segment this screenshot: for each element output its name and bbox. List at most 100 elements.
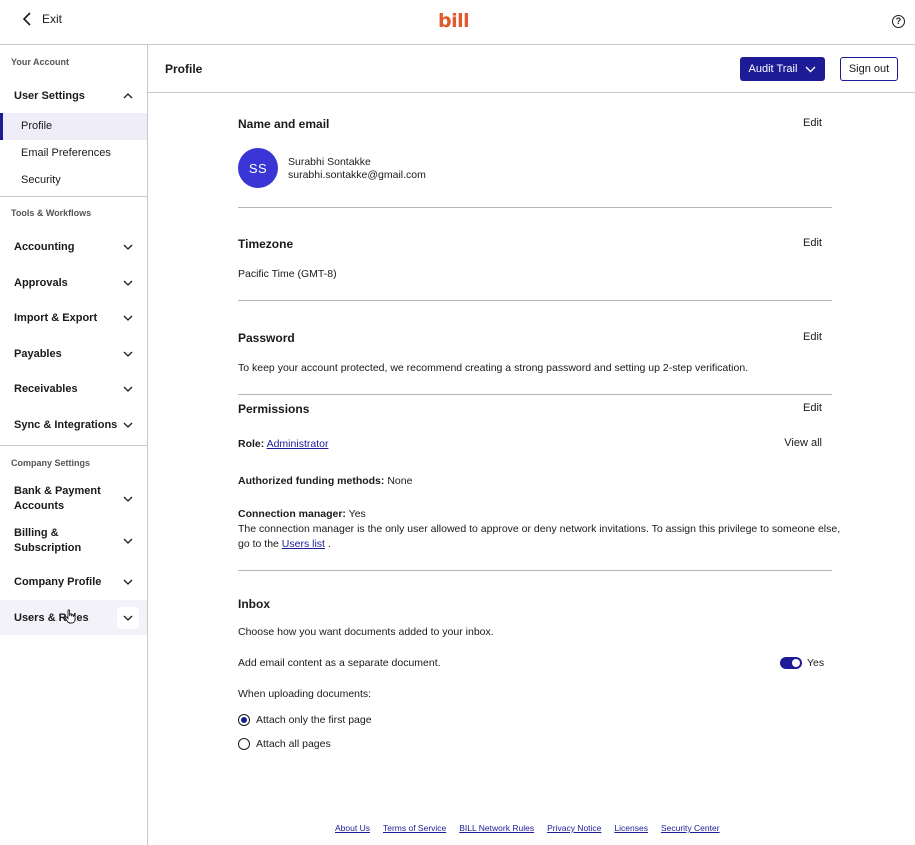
sidebar-item-label: Accounting xyxy=(14,241,75,253)
section-label-company: Company Settings xyxy=(11,458,91,468)
users-list-link[interactable]: Users list xyxy=(282,538,325,550)
sidebar-item-label: Receivables xyxy=(14,383,78,395)
page-title: Profile xyxy=(165,62,203,76)
chevron-down-icon xyxy=(123,244,133,250)
uploading-label: When uploading documents: xyxy=(238,688,372,700)
hand-cursor-icon xyxy=(64,609,76,624)
sidebar-item-sync-integrations[interactable]: Sync & Integrations xyxy=(0,407,147,442)
inbox-title: Inbox xyxy=(238,597,270,611)
funding-row: Authorized funding methods: None xyxy=(238,474,412,489)
footer-link-licenses[interactable]: Licenses xyxy=(614,823,648,833)
password-title: Password xyxy=(238,331,295,345)
sidebar-item-billing-subscription[interactable]: Billing & Subscription xyxy=(0,518,147,564)
connection-manager-value: Yes xyxy=(348,508,366,520)
footer-link-network-rules[interactable]: BILL Network Rules xyxy=(459,823,534,833)
funding-label: Authorized funding methods: xyxy=(238,475,385,487)
funding-value: None xyxy=(387,475,413,487)
role-link[interactable]: Administrator xyxy=(267,438,329,450)
toggle-value: Yes xyxy=(807,657,825,669)
connection-manager-note-line2: go to the Users list . xyxy=(238,537,331,552)
timezone-value: Pacific Time (GMT-8) xyxy=(238,268,337,280)
chevron-down-icon xyxy=(805,66,816,72)
chevron-down-icon xyxy=(123,315,133,321)
chevron-up-icon xyxy=(123,93,133,99)
password-note: To keep your account protected, we recom… xyxy=(238,362,749,374)
section-divider xyxy=(238,207,832,208)
email-content-label: Add email content as a separate document… xyxy=(238,657,441,669)
section-label-account: Your Account xyxy=(11,57,69,67)
sidebar-item-payables[interactable]: Payables xyxy=(0,336,147,371)
sidebar-item-import-export[interactable]: Import & Export xyxy=(0,300,147,336)
sidebar-item-bank-payment-accounts[interactable]: Bank & Payment Accounts xyxy=(0,480,147,518)
chevron-down-icon xyxy=(123,496,133,502)
section-divider xyxy=(238,300,832,301)
sign-out-button[interactable]: Sign out xyxy=(840,57,898,81)
sidebar-item-label: Approvals xyxy=(14,276,68,289)
footer-link-security-center[interactable]: Security Center xyxy=(661,823,720,833)
chevron-down-icon xyxy=(123,422,133,428)
avatar: SS xyxy=(238,148,278,188)
sidebar-item-user-settings[interactable]: User Settings xyxy=(0,79,147,113)
sidebar-item-label: Billing & Subscription xyxy=(14,527,82,554)
radio-first-page-label[interactable]: Attach only the first page xyxy=(256,713,372,728)
chevron-left-icon xyxy=(22,12,31,26)
chevron-down-icon xyxy=(123,579,133,585)
audit-trail-button[interactable]: Audit Trail xyxy=(740,57,825,81)
timezone-title: Timezone xyxy=(238,237,294,251)
inbox-subtitle: Choose how you want documents added to y… xyxy=(238,626,494,638)
radio-all-pages-label[interactable]: Attach all pages xyxy=(256,737,331,752)
chevron-down-icon xyxy=(123,538,133,544)
edit-name-email-button[interactable]: Edit xyxy=(803,117,822,129)
connection-manager-row: Connection manager: Yes xyxy=(238,507,366,522)
connection-manager-label: Connection manager: xyxy=(238,508,346,520)
role-row: Role: Administrator xyxy=(238,437,328,452)
section-label-tools: Tools & Workflows xyxy=(11,208,92,218)
chevron-down-icon xyxy=(123,280,133,286)
edit-password-button[interactable]: Edit xyxy=(803,331,822,343)
sidebar-item-email-preferences[interactable]: Email Preferences xyxy=(0,140,147,167)
sidebar: Your Account User Settings Profile Email… xyxy=(0,45,148,845)
user-email: surabhi.sontakke@gmail.com xyxy=(288,169,426,181)
section-divider xyxy=(238,394,832,395)
chevron-down-icon xyxy=(123,351,133,357)
sidebar-item-accounting[interactable]: Accounting xyxy=(0,229,147,265)
sidebar-item-company-profile[interactable]: Company Profile xyxy=(0,564,147,600)
note-prefix: go to the xyxy=(238,538,279,550)
edit-permissions-button[interactable]: Edit xyxy=(803,402,822,414)
chevron-down-icon xyxy=(123,386,133,392)
sidebar-item-label: Import & Export xyxy=(14,312,98,324)
page-header: Profile Audit Trail Sign out xyxy=(148,45,915,93)
connection-manager-note: The connection manager is the only user … xyxy=(238,523,841,535)
radio-all-pages[interactable] xyxy=(238,738,250,750)
top-bar: Exit bill ? xyxy=(0,0,915,45)
email-content-toggle[interactable] xyxy=(780,657,802,669)
name-email-title: Name and email xyxy=(238,117,330,131)
footer-link-terms[interactable]: Terms of Service xyxy=(383,823,446,833)
sidebar-item-label: Sync & Integrations xyxy=(14,418,118,431)
bill-logo: bill xyxy=(438,10,470,32)
sidebar-item-label: Users & Roles xyxy=(14,611,89,624)
radio-first-page[interactable] xyxy=(238,714,250,726)
exit-button[interactable]: Exit xyxy=(22,12,62,26)
sidebar-item-receivables[interactable]: Receivables xyxy=(0,371,147,407)
chevron-down-icon xyxy=(123,615,133,621)
footer-links: About Us Terms of Service BILL Network R… xyxy=(335,823,720,833)
help-icon[interactable]: ? xyxy=(892,15,905,28)
expand-button[interactable] xyxy=(117,606,139,629)
sidebar-item-label: User Settings xyxy=(14,90,85,102)
footer-link-privacy[interactable]: Privacy Notice xyxy=(547,823,601,833)
view-all-link[interactable]: View all xyxy=(784,437,822,449)
audit-trail-label: Audit Trail xyxy=(748,63,798,75)
footer-link-about[interactable]: About Us xyxy=(335,823,370,833)
note-suffix: . xyxy=(327,538,331,550)
role-label: Role: xyxy=(238,438,265,450)
edit-timezone-button[interactable]: Edit xyxy=(803,237,822,249)
sidebar-item-label: Company Profile xyxy=(14,576,102,588)
sidebar-item-label: Payables xyxy=(14,347,62,360)
section-divider xyxy=(238,570,832,571)
exit-label: Exit xyxy=(42,12,63,26)
sidebar-item-label: Bank & Payment Accounts xyxy=(14,485,101,512)
sidebar-item-approvals[interactable]: Approvals xyxy=(0,265,147,300)
sidebar-item-security[interactable]: Security xyxy=(0,167,147,194)
sidebar-item-profile[interactable]: Profile xyxy=(0,113,147,140)
